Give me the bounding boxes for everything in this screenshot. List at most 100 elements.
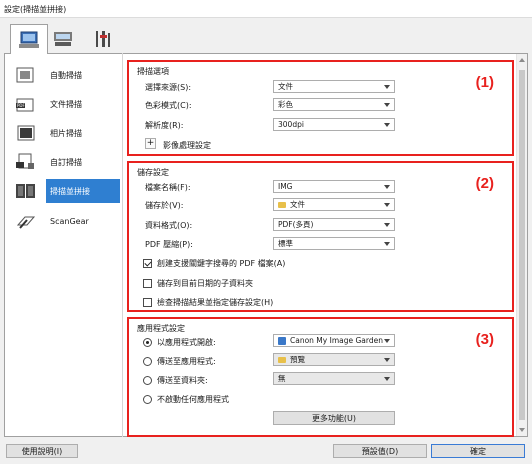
- defaults-button[interactable]: 預設值(D): [333, 444, 427, 458]
- format-row: 資料格式(O): PDF(多頁): [129, 218, 509, 232]
- scan-options-section: 掃描選項 (1) 選擇來源(S): 文件 色彩模式(C): 彩色 解析度(R):…: [127, 60, 514, 156]
- scan-and-stitch-icon: [16, 184, 35, 198]
- no-app-label: 不啟動任何應用程式: [157, 394, 229, 404]
- source-value: 文件: [278, 82, 293, 91]
- document-scan-icon: PDF: [16, 98, 34, 112]
- help-button[interactable]: 使用說明(I): [6, 444, 78, 458]
- folder-icon: [278, 201, 286, 208]
- title-bar: 設定(掃描並拼接): [0, 0, 532, 18]
- send-to-folder-radio[interactable]: [143, 375, 152, 385]
- send-to-app-label: 傳送至應用程式:: [157, 356, 216, 366]
- chevron-down-icon: [384, 339, 390, 343]
- svg-text:PDF: PDF: [17, 103, 25, 108]
- send-to-folder-select[interactable]: 無: [273, 372, 395, 385]
- subfolder-checkbox-row[interactable]: 儲存到目前日期的子資料夾: [143, 277, 253, 289]
- sidebar-item-scangear[interactable]: ScanGear: [10, 209, 120, 233]
- tab-strip: [0, 18, 532, 54]
- open-with-app-label: 以應用程式開啟:: [157, 337, 216, 347]
- scroll-down-icon[interactable]: [519, 428, 525, 432]
- sidebar-item-label: 自訂掃描: [50, 157, 82, 167]
- save-in-select[interactable]: 文件: [273, 198, 395, 211]
- check-results-label: 檢查掃描結果並指定儲存設定(H): [157, 297, 274, 307]
- scangear-icon: [16, 216, 36, 229]
- sidebar-item-document-scan[interactable]: PDF 文件掃描: [10, 92, 120, 116]
- resolution-row: 解析度(R): 300dpi: [129, 118, 509, 132]
- image-processing-label: 影像處理設定: [163, 141, 211, 150]
- send-to-folder-label: 傳送至資料夾:: [157, 375, 208, 385]
- source-label: 選擇來源(S):: [145, 83, 192, 92]
- color-mode-select[interactable]: 彩色: [273, 98, 395, 111]
- send-to-app-radio-row[interactable]: 傳送至應用程式:: [143, 355, 216, 367]
- resolution-select[interactable]: 300dpi: [273, 118, 395, 131]
- color-mode-row: 色彩模式(C): 彩色: [129, 98, 509, 112]
- check-results-checkbox[interactable]: [143, 297, 152, 307]
- application-settings-section: 應用程式設定 (3) 以應用程式開啟: Canon My Image Garde…: [127, 317, 514, 437]
- save-settings-section: 儲存設定 (2) 檔案名稱(F): IMG 儲存於(V): 文件 資料格式(O)…: [127, 161, 514, 312]
- open-with-app-radio-row[interactable]: 以應用程式開啟:: [143, 336, 216, 348]
- subfolder-checkbox[interactable]: [143, 278, 152, 288]
- pdf-compression-row: PDF 壓縮(P): 標準: [129, 237, 509, 251]
- image-processing-row: + 影像處理設定: [129, 138, 509, 152]
- send-to-app-radio[interactable]: [143, 356, 152, 366]
- no-app-radio[interactable]: [143, 394, 152, 404]
- sidebar-item-label: 自動掃描: [50, 70, 82, 80]
- tab-scan-from-computer[interactable]: [10, 24, 48, 54]
- sidebar-item-label: ScanGear: [50, 216, 89, 226]
- application-settings-title: 應用程式設定: [137, 324, 185, 333]
- custom-scan-icon: [16, 153, 34, 169]
- searchable-pdf-checkbox-row[interactable]: 創建支援關鍵字搜尋的 PDF 檔案(A): [143, 257, 285, 269]
- resolution-label: 解析度(R):: [145, 121, 184, 130]
- format-value: PDF(多頁): [278, 220, 314, 229]
- photo-scan-icon: [17, 125, 35, 141]
- filename-value: IMG: [278, 182, 293, 191]
- sidebar-item-photo-scan[interactable]: 相片掃描: [10, 121, 120, 145]
- tab-scan-from-operation-panel[interactable]: [44, 26, 82, 52]
- pdf-compression-select[interactable]: 標準: [273, 237, 395, 250]
- chevron-down-icon: [384, 242, 390, 246]
- check-results-checkbox-row[interactable]: 檢查掃描結果並指定儲存設定(H): [143, 296, 273, 308]
- application-settings-number: (3): [475, 331, 494, 348]
- ok-button[interactable]: 確定: [431, 444, 525, 458]
- color-mode-value: 彩色: [278, 100, 293, 109]
- pdf-compression-value: 標準: [278, 239, 293, 248]
- chevron-down-icon: [384, 377, 390, 381]
- scroll-up-icon[interactable]: [519, 58, 525, 62]
- vertical-scrollbar[interactable]: [516, 54, 527, 436]
- format-label: 資料格式(O):: [145, 221, 193, 230]
- scan-from-computer-icon: [19, 31, 39, 48]
- expand-image-processing-button[interactable]: +: [145, 138, 156, 149]
- send-to-app-value: 預覽: [290, 355, 305, 364]
- scan-options-title: 掃描選項: [137, 67, 169, 76]
- send-to-folder-value: 無: [278, 374, 286, 383]
- scroll-thumb[interactable]: [519, 70, 525, 420]
- open-with-app-radio[interactable]: [143, 337, 152, 347]
- no-app-radio-row[interactable]: 不啟動任何應用程式: [143, 393, 229, 405]
- tab-general-settings[interactable]: [84, 26, 122, 52]
- filename-input[interactable]: IMG: [273, 180, 395, 193]
- more-functions-button[interactable]: 更多功能(U): [273, 411, 395, 425]
- filename-label: 檔案名稱(F):: [145, 183, 191, 192]
- searchable-pdf-checkbox[interactable]: [143, 258, 152, 268]
- send-to-folder-radio-row[interactable]: 傳送至資料夾:: [143, 374, 208, 386]
- source-select[interactable]: 文件: [273, 80, 395, 93]
- chevron-down-icon: [384, 85, 390, 89]
- pdf-compression-label: PDF 壓縮(P):: [145, 240, 193, 249]
- window-title: 設定(掃描並拼接): [4, 5, 67, 14]
- chevron-down-icon: [384, 223, 390, 227]
- sidebar-item-custom-scan[interactable]: 自訂掃描: [10, 150, 120, 174]
- open-with-app-select[interactable]: Canon My Image Garden: [273, 334, 395, 347]
- folder-icon: [278, 356, 286, 363]
- save-in-value: 文件: [290, 200, 305, 209]
- save-in-label: 儲存於(V):: [145, 201, 184, 210]
- subfolder-label: 儲存到目前日期的子資料夾: [157, 278, 253, 288]
- scan-from-operation-panel-icon: [54, 32, 72, 46]
- sidebar-item-auto-scan[interactable]: 自動掃描: [10, 63, 120, 87]
- chevron-down-icon: [384, 123, 390, 127]
- sidebar-item-scan-and-stitch[interactable]: 掃描並拼接: [10, 179, 120, 203]
- send-to-app-select[interactable]: 預覽: [273, 353, 395, 366]
- sidebar: 自動掃描 PDF 文件掃描 相片掃描 自訂掃描 掃描並拼接 ScanGear: [4, 53, 123, 437]
- save-in-row: 儲存於(V): 文件: [129, 198, 509, 212]
- format-select[interactable]: PDF(多頁): [273, 218, 395, 231]
- searchable-pdf-label: 創建支援關鍵字搜尋的 PDF 檔案(A): [157, 258, 286, 268]
- color-mode-label: 色彩模式(C):: [145, 101, 192, 110]
